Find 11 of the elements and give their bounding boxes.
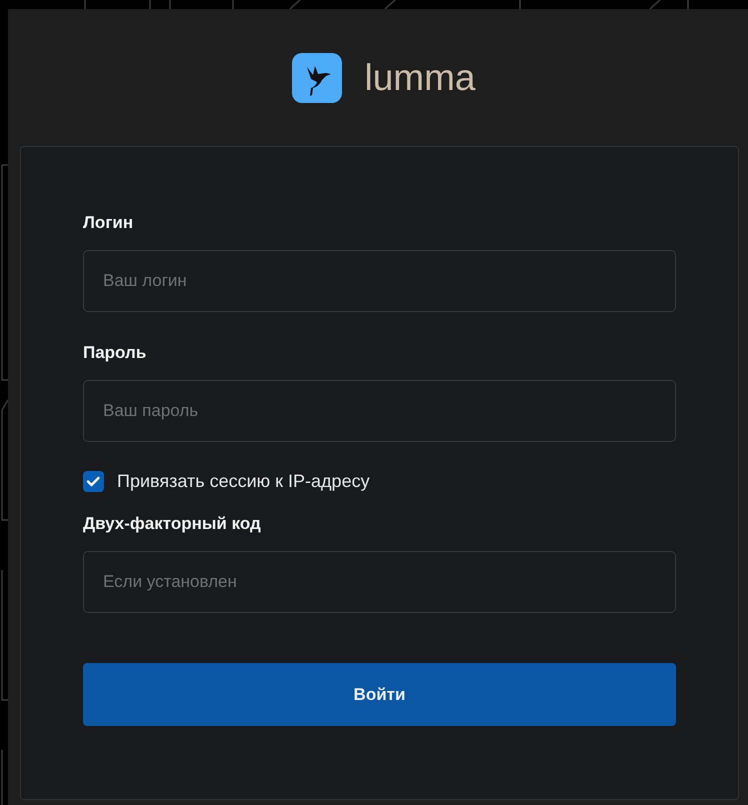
login-button[interactable]: Войти <box>83 663 676 726</box>
bird-logo-icon <box>292 52 342 102</box>
field-label: Логин <box>83 213 134 233</box>
field-label: Пароль <box>83 343 148 363</box>
input-field[interactable]: Если установлен <box>83 551 676 613</box>
field-label: Двух-факторный код <box>83 514 262 534</box>
checkbox[interactable] <box>83 471 104 492</box>
brand-name: lumma <box>364 59 476 96</box>
input-field[interactable]: Ваш логин <box>83 250 676 312</box>
input-field[interactable]: Ваш пароль <box>83 380 676 442</box>
checkbox-label: Привязать сессию к IP-адресу <box>117 471 370 492</box>
